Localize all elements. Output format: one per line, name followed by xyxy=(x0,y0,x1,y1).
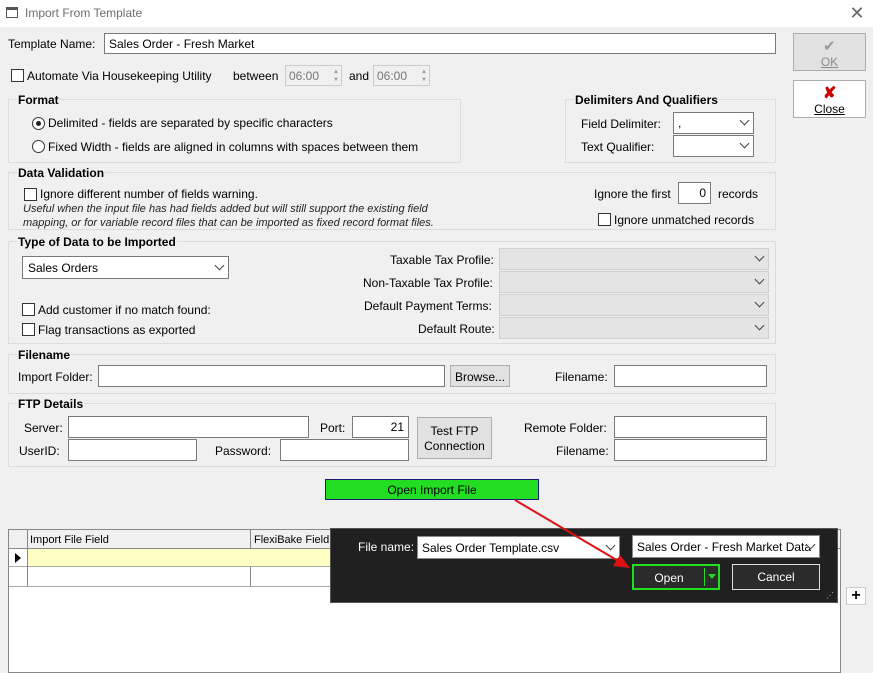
annotation-arrow xyxy=(514,499,630,568)
